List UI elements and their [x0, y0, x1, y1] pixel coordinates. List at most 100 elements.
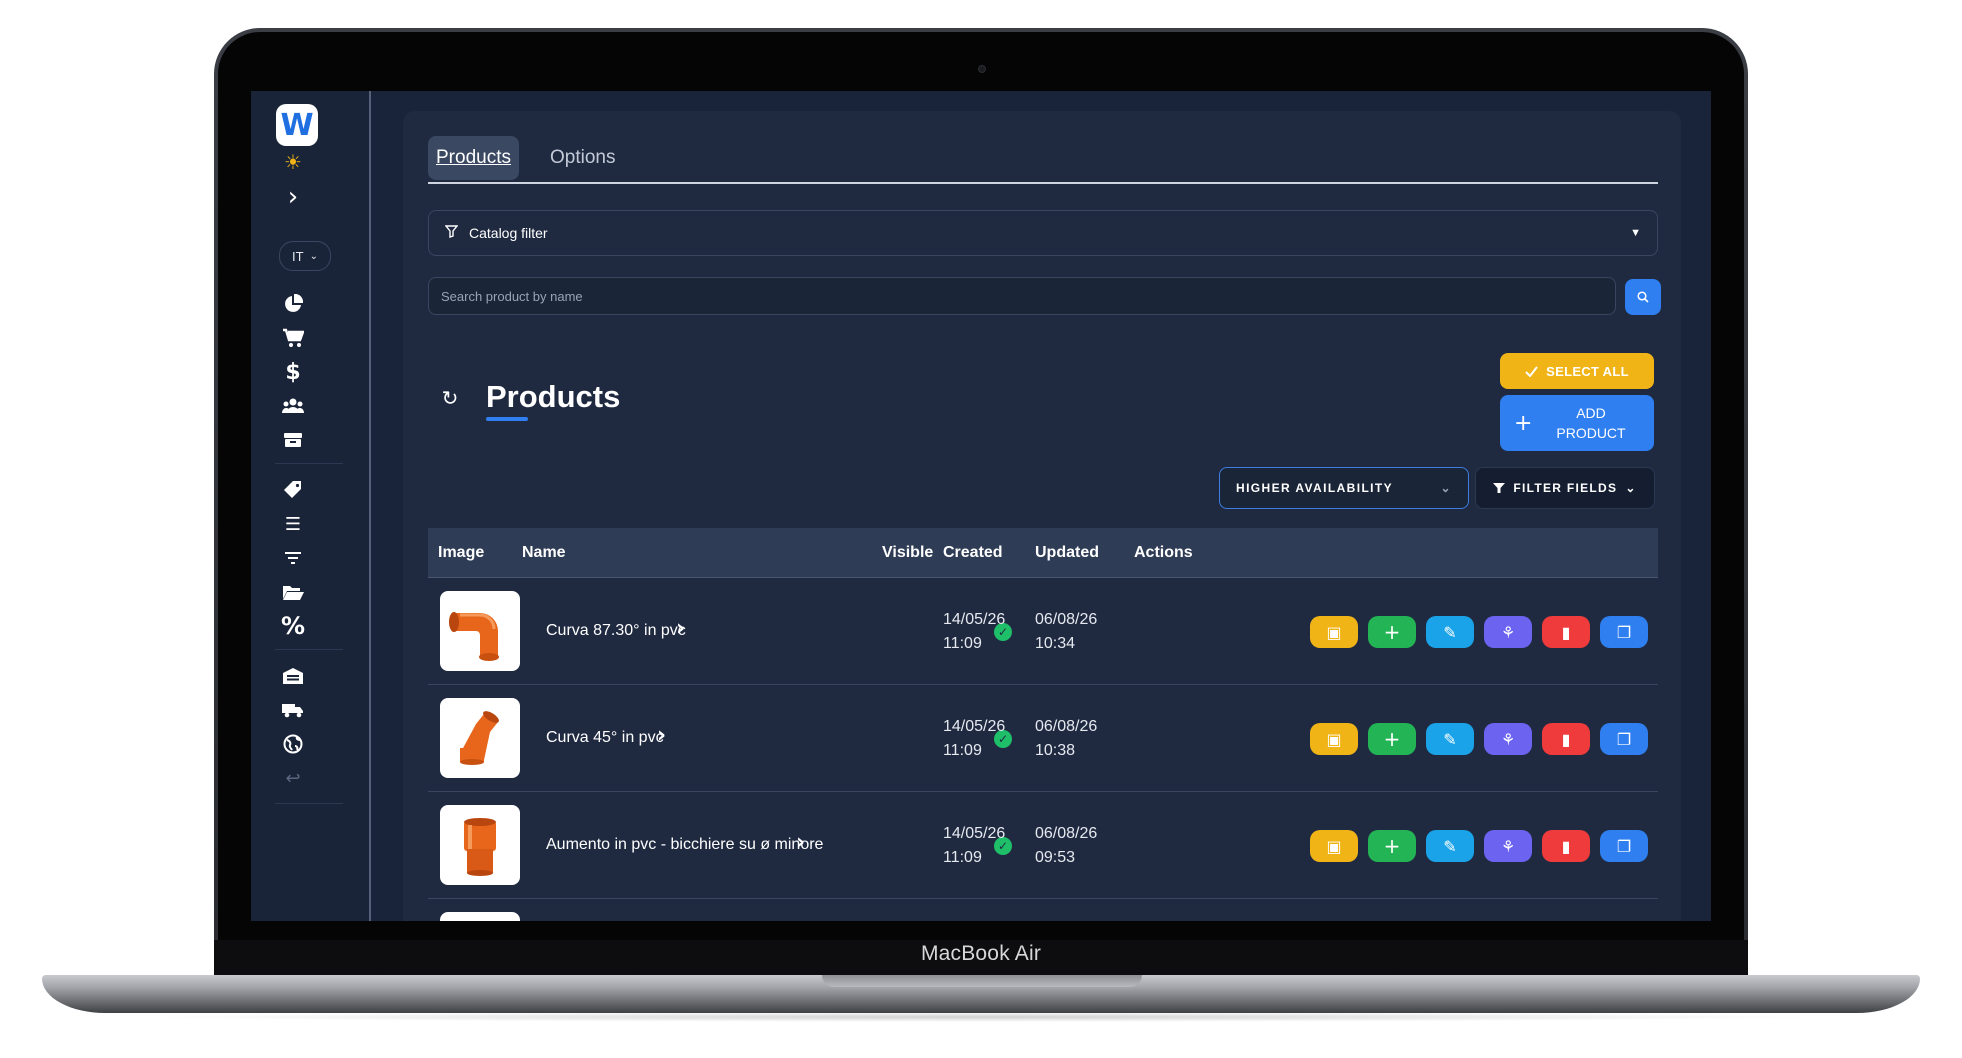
globe-icon[interactable] — [273, 729, 313, 759]
gallery-button[interactable]: ▣ — [1310, 723, 1358, 755]
check-icon — [1525, 365, 1538, 377]
title-underline — [486, 417, 528, 421]
duplicate-button[interactable]: ❐ — [1600, 616, 1648, 648]
warehouse-icon[interactable] — [273, 661, 313, 691]
catalog-filter-dropdown[interactable]: Catalog filter ▼ — [428, 210, 1658, 256]
percent-icon[interactable]: % — [273, 611, 313, 641]
device-brand-label: MacBook Air — [920, 942, 1042, 965]
tag-icon[interactable] — [273, 475, 313, 505]
pie-chart-icon[interactable] — [273, 289, 313, 319]
row-actions: ▣ + ✎ ⚘ ▮ ❐ — [1310, 723, 1648, 755]
share-button[interactable]: ⚘ — [1484, 830, 1532, 862]
delete-button[interactable]: ▮ — [1542, 616, 1590, 648]
column-header-actions: Actions — [1134, 544, 1193, 561]
search-input[interactable] — [428, 277, 1616, 315]
add-variant-button[interactable]: + — [1368, 616, 1416, 648]
created-time: 11:09 — [943, 742, 982, 759]
tab-options[interactable]: Options — [542, 136, 623, 180]
filter-lines-icon[interactable] — [273, 543, 313, 573]
product-image-reducer[interactable] — [440, 805, 520, 885]
chevron-right-icon[interactable]: › — [273, 182, 313, 212]
pencil-icon: ✎ — [1443, 622, 1457, 642]
created-date: 14/05/26 — [943, 611, 1006, 628]
chevron-right-icon[interactable]: › — [657, 723, 666, 748]
gallery-button[interactable]: ▣ — [1310, 616, 1358, 648]
box-icon[interactable] — [273, 425, 313, 455]
delete-button[interactable]: ▮ — [1542, 830, 1590, 862]
updated-time: 10:34 — [1035, 635, 1076, 652]
chevron-down-icon: ⌄ — [1625, 481, 1637, 495]
sun-icon[interactable]: ☀ — [273, 147, 313, 177]
camera — [978, 65, 986, 73]
folder-open-icon[interactable] — [273, 577, 313, 607]
sidebar: W ☀ › IT ⌄ $ ☰ % ↩ — [251, 91, 371, 921]
filter-fields-button[interactable]: FILTER FIELDS ⌄ — [1475, 467, 1655, 509]
add-product-button[interactable]: + ADD PRODUCT — [1500, 395, 1654, 451]
main-panel: Products Options Catalog filter ▼ ↻ Prod… — [403, 111, 1681, 921]
images-icon: ▣ — [1326, 836, 1342, 856]
network-icon: ⚘ — [1500, 836, 1516, 856]
created-date: 14/05/26 — [943, 825, 1006, 842]
table-row: Aumento in pvc - bicchiere su ø minore ›… — [428, 792, 1658, 899]
table-header: Image Name Visible Created Updated Actio… — [428, 528, 1658, 578]
caret-down-icon: ▼ — [1630, 227, 1641, 239]
chevron-right-icon[interactable]: › — [676, 616, 685, 641]
column-header-created: Created — [943, 544, 1003, 561]
users-icon[interactable] — [273, 391, 313, 421]
tab-bar: Products Options — [428, 136, 1658, 184]
tab-products[interactable]: Products — [428, 136, 519, 180]
updated-cell: 06/08/26 09:53 — [1035, 822, 1097, 870]
edit-button[interactable]: ✎ — [1426, 616, 1474, 648]
updated-date: 06/08/26 — [1035, 611, 1098, 628]
language-value: IT — [292, 248, 304, 264]
gallery-button[interactable]: ▣ — [1310, 830, 1358, 862]
add-variant-button[interactable]: + — [1368, 723, 1416, 755]
images-icon: ▣ — [1326, 729, 1342, 749]
plus-icon: + — [1383, 620, 1401, 644]
chevron-right-icon[interactable]: › — [796, 830, 805, 855]
pencil-icon: ✎ — [1443, 836, 1457, 856]
table-row — [428, 899, 1658, 921]
search-button[interactable] — [1625, 279, 1661, 315]
updated-time: 09:53 — [1035, 849, 1076, 866]
sort-select[interactable]: HIGHER AVAILABILITY ⌄ — [1219, 467, 1469, 509]
return-icon[interactable]: ↩ — [273, 763, 313, 793]
refresh-icon[interactable]: ↻ — [439, 387, 461, 409]
share-button[interactable]: ⚘ — [1484, 616, 1532, 648]
duplicate-button[interactable]: ❐ — [1600, 830, 1648, 862]
truck-icon[interactable] — [273, 695, 313, 725]
column-header-visible: Visible — [882, 544, 934, 561]
product-image-elbow-87[interactable] — [440, 591, 520, 671]
table-row: Curva 87.30° in pvc › ✓ 14/05/26 11:09 0… — [428, 578, 1658, 685]
edit-button[interactable]: ✎ — [1426, 723, 1474, 755]
app-logo[interactable]: W — [276, 104, 318, 146]
duplicate-button[interactable]: ❐ — [1600, 723, 1648, 755]
pencil-icon: ✎ — [1443, 729, 1457, 749]
product-image[interactable] — [440, 912, 520, 921]
product-name[interactable]: Aumento in pvc - bicchiere su ø minore — [546, 836, 823, 854]
filter-icon — [1493, 483, 1506, 493]
created-date: 14/05/26 — [943, 718, 1006, 735]
trash-icon: ▮ — [1561, 622, 1571, 642]
products-table: Image Name Visible Created Updated Actio… — [428, 528, 1658, 921]
list-ordered-icon[interactable]: ☰ — [273, 509, 313, 539]
edit-button[interactable]: ✎ — [1426, 830, 1474, 862]
images-icon: ▣ — [1326, 622, 1342, 642]
add-variant-button[interactable]: + — [1368, 830, 1416, 862]
dollar-icon[interactable]: $ — [273, 357, 313, 387]
share-button[interactable]: ⚘ — [1484, 723, 1532, 755]
created-cell: 14/05/26 11:09 — [943, 715, 1005, 763]
catalog-filter-label: Catalog filter — [469, 225, 548, 241]
language-select[interactable]: IT ⌄ — [279, 241, 331, 271]
created-time: 11:09 — [943, 635, 982, 652]
plus-icon: + — [1383, 727, 1401, 751]
page-title: Products — [486, 379, 621, 414]
delete-button[interactable]: ▮ — [1542, 723, 1590, 755]
product-name[interactable]: Curva 87.30° in pvc — [546, 622, 686, 640]
cart-icon[interactable] — [273, 323, 313, 353]
column-header-image: Image — [438, 544, 485, 561]
product-name[interactable]: Curva 45° in pvc — [546, 729, 664, 747]
product-image-elbow-45[interactable] — [440, 698, 520, 778]
select-all-button[interactable]: SELECT ALL — [1500, 353, 1654, 389]
row-actions: ▣ + ✎ ⚘ ▮ ❐ — [1310, 616, 1648, 648]
